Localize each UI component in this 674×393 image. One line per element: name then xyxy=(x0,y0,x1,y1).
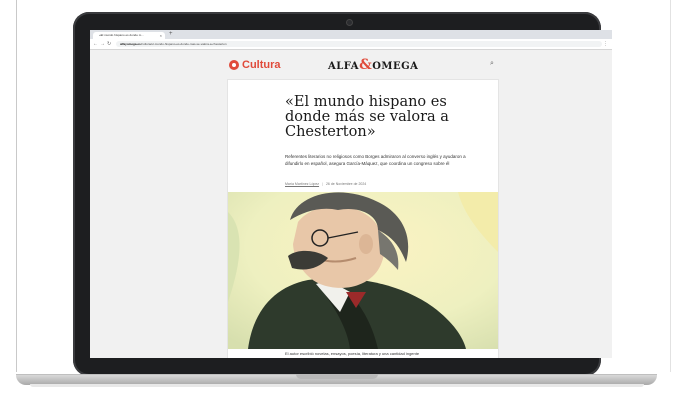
illustration-image xyxy=(228,192,498,349)
browser-tab[interactable]: «El mundo hispano es donde m... × xyxy=(93,32,165,39)
forward-icon[interactable]: → xyxy=(100,40,105,48)
article-headline: «El mundo hispano es donde más se valora… xyxy=(285,94,449,140)
reload-icon[interactable]: ↻ xyxy=(107,40,111,48)
article-date: 26 de Noviembre de 2024 xyxy=(325,182,367,186)
byline-separator: | xyxy=(322,182,323,186)
logo-omega: OMEGA xyxy=(372,61,419,72)
close-tab-icon[interactable]: × xyxy=(160,32,162,39)
article-byline: María Martínez López | 26 de Noviembre de … xyxy=(285,182,366,187)
chesterton-illustration xyxy=(228,192,498,349)
site-header: Cultura ALFA&OMEGA ⌕ xyxy=(90,50,612,81)
logo-alfa: ALFA xyxy=(328,61,360,72)
section-dot-icon xyxy=(229,60,239,70)
new-tab-icon[interactable]: + xyxy=(169,31,173,38)
back-icon[interactable]: ← xyxy=(93,40,98,48)
browser-menu-icon[interactable]: ⋮ xyxy=(603,40,608,48)
url-domain: alfayomega.es xyxy=(120,42,141,46)
camera-icon xyxy=(346,19,353,26)
page-right-rule xyxy=(670,0,671,372)
article-card: «El mundo hispano es donde más se valora… xyxy=(227,79,499,358)
author-link[interactable]: María Martínez López xyxy=(285,182,319,186)
search-icon[interactable]: ⌕ xyxy=(490,60,494,68)
browser-address-bar: ← → ↻ alfayomega.es/cultura/el-mundo-his… xyxy=(90,39,612,50)
browser-tab-bar: «El mundo hispano es donde m... × + xyxy=(90,30,612,39)
laptop-notch xyxy=(296,374,378,379)
article-subhead: Referentes literarios no religiosos como… xyxy=(285,154,466,166)
illustration-caption: El autor escribió novelas, ensayos, poes… xyxy=(285,351,420,356)
url-input[interactable]: alfayomega.es/cultura/el-mundo-hispano-e… xyxy=(116,41,602,47)
page-left-rule xyxy=(16,0,17,372)
tab-title: «El mundo hispano es donde m... xyxy=(99,33,144,37)
url-path: /cultura/el-mundo-hispano-es-donde-mas-s… xyxy=(140,42,227,46)
logo-ampersand: & xyxy=(359,57,373,73)
laptop-screen: «El mundo hispano es donde m... × + ← → … xyxy=(90,30,612,358)
site-logo[interactable]: ALFA&OMEGA xyxy=(328,57,419,73)
laptop-base-shadow xyxy=(30,384,644,387)
section-link[interactable]: Cultura xyxy=(242,58,281,72)
